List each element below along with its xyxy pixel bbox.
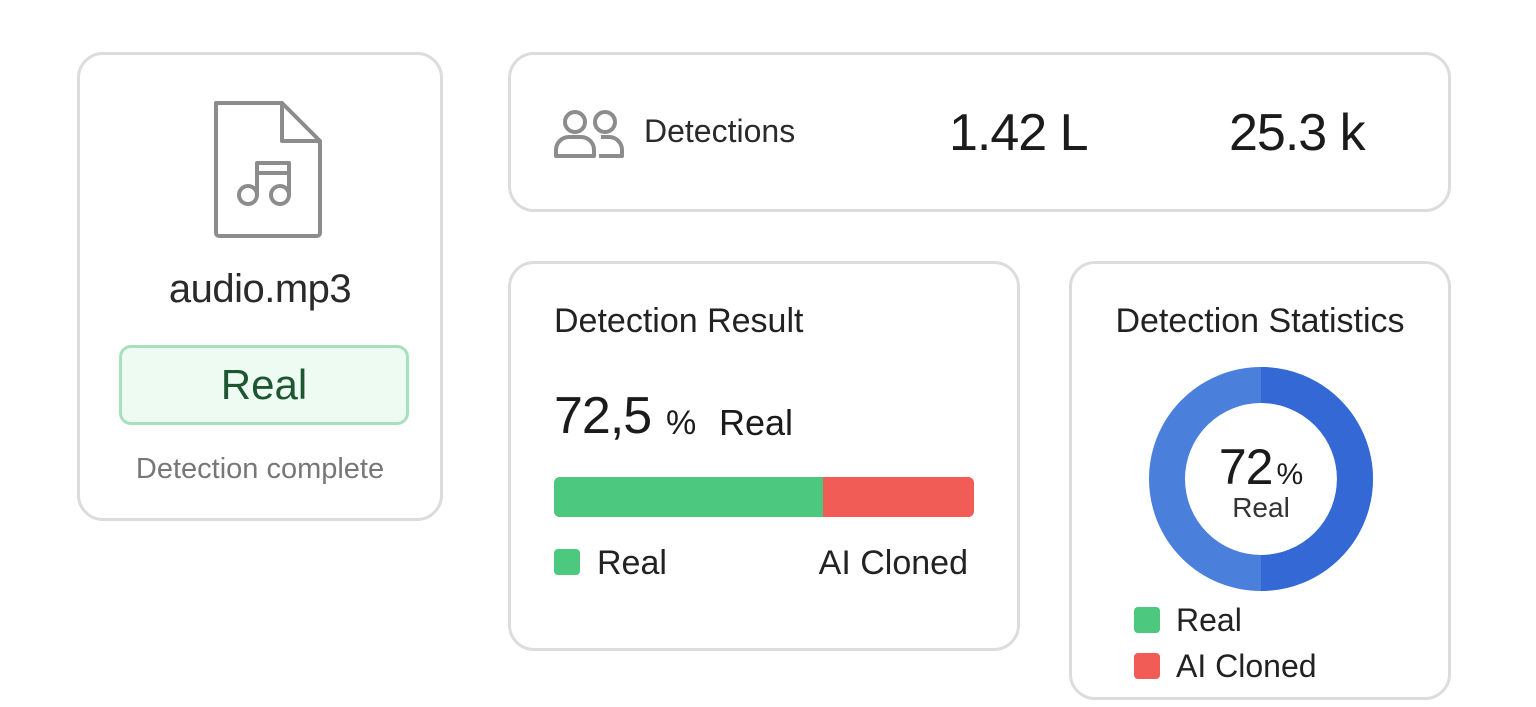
file-card: audio.mp3 Real Detection complete <box>77 52 443 521</box>
detection-result-value: 72,5 <box>554 387 652 445</box>
status-badge-label: Real <box>220 361 308 408</box>
detections-stats-card: Detections 1.42 L 25.3 k <box>508 52 1451 212</box>
progress-bar-real-segment <box>554 477 823 517</box>
status-note: Detection complete <box>135 453 385 485</box>
users-icon <box>554 110 624 158</box>
detections-metric-secondary: 25.3 k <box>1229 104 1366 162</box>
audio-file-icon <box>214 101 322 238</box>
donut-legend-ai-label: AI Cloned <box>1176 648 1317 684</box>
detections-metric-primary: 1.42 L <box>949 104 1089 162</box>
donut-legend-ai-swatch <box>1134 653 1160 679</box>
detection-result-title: Detection Result <box>554 302 804 340</box>
donut-unit: % <box>1276 458 1304 491</box>
file-name: audio.mp3 <box>168 267 352 311</box>
donut-legend-real-swatch <box>1134 607 1160 633</box>
status-badge: Real <box>119 345 409 425</box>
detection-result-unit: % <box>666 404 697 442</box>
detection-result-card: Detection Result 72,5 % Real Real AI Clo… <box>508 261 1020 651</box>
donut-label: Real <box>1232 492 1290 523</box>
legend-ai-label: AI Cloned <box>818 544 968 582</box>
progress-bar-ai-segment <box>822 477 974 517</box>
detection-result-label: Real <box>719 402 794 443</box>
detection-statistics-title: Detection Statistics <box>1115 302 1405 340</box>
donut-center: 72 % Real <box>1149 367 1373 591</box>
detections-label: Detections <box>644 113 796 149</box>
result-progress-bar <box>554 477 974 517</box>
legend-real-label: Real <box>597 544 667 582</box>
donut-legend-real-label: Real <box>1176 602 1242 638</box>
detection-statistics-card: Detection Statistics 72 % Real Real AI C… <box>1069 261 1451 700</box>
legend-real-swatch <box>554 549 580 575</box>
donut-value: 72 <box>1218 439 1274 495</box>
